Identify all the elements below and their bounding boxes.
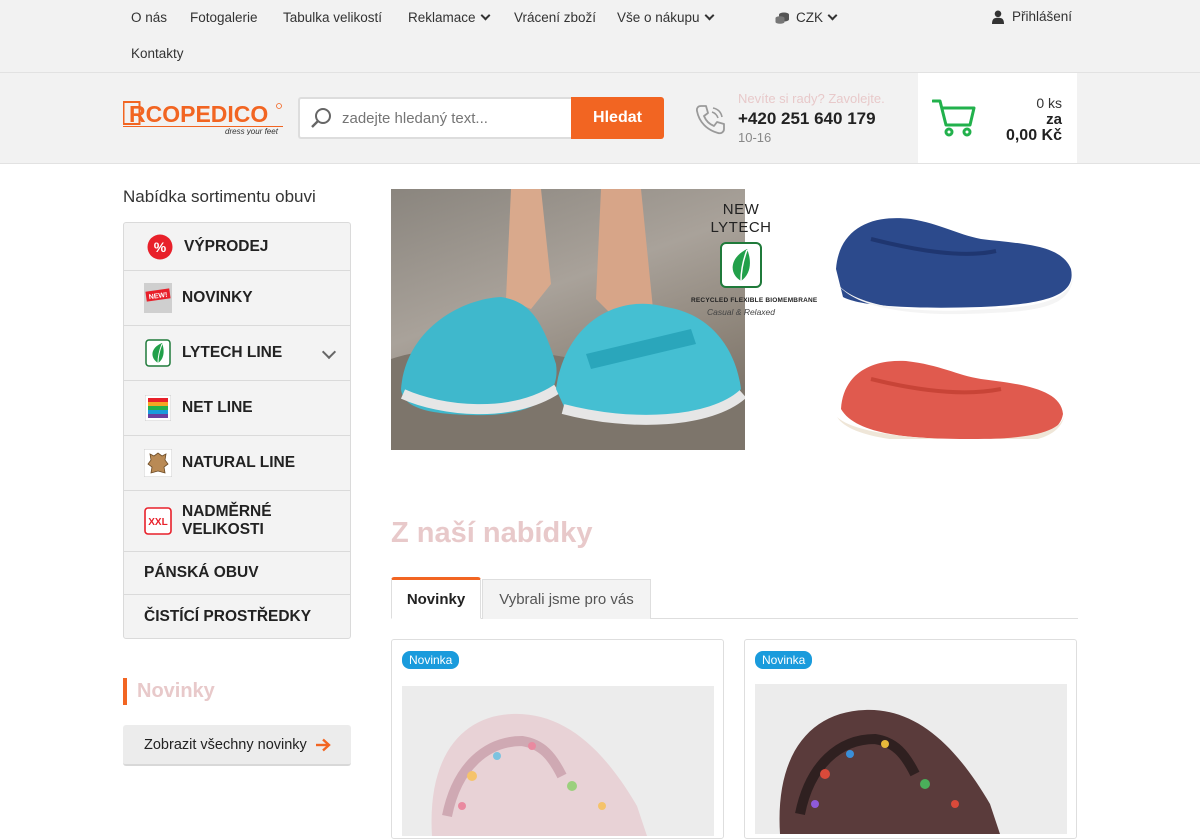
offers-tabs: Novinky Vybrali jsme pro vás [391,577,1078,619]
chevron-down-icon [480,10,490,21]
product-image[interactable] [402,686,714,836]
search-input[interactable] [342,109,562,127]
banner-tagline: Casual & Relaxed [706,307,776,317]
phone-icon [696,105,725,135]
cart-price-prefix: za [1046,111,1062,128]
banner-subtitle: RECYCLED FLEXIBLE BIOMEMBRANE [691,297,818,304]
category-new[interactable]: NEW! NOVINKY [124,271,350,326]
search-box [298,97,571,139]
nav-gallery[interactable]: Fotogalerie [190,10,258,25]
nav-complaints[interactable]: Reklamace [408,10,490,25]
search-icon [311,108,331,128]
contact-info: Nevíte si rady? Zavolejte. +420 251 640 … [738,91,885,145]
percent-icon: % [146,233,174,261]
svg-text:%: % [154,239,167,255]
leaf-icon [144,339,172,367]
leaf-icon [720,242,762,288]
cart-price: 0,00 Kč [1005,127,1062,144]
search-form: Hledat [298,97,664,139]
category-new-label: NOVINKY [182,289,253,306]
svg-text:XXL: XXL [148,517,167,528]
nav-size-chart-label: Tabulka velikostí [283,10,383,25]
user-icon [992,10,1004,24]
login-link[interactable]: Přihlášení [992,9,1072,24]
nav-returns[interactable]: Vrácení zboží [514,10,596,25]
category-net[interactable]: NET LINE [124,381,350,436]
search-button[interactable]: Hledat [571,97,664,139]
cart-summary: 0 ks za 0,00 Kč [1006,95,1062,144]
category-mens-label: PÁNSKÁ OBUV [144,564,259,581]
chevron-down-icon [827,10,838,21]
xxl-icon: XXL [144,507,172,535]
category-oversize-label: NADMĚRNÉ VELIKOSTI [182,503,272,538]
shopping-cart[interactable]: 0 ks za 0,00 Kč [918,73,1077,163]
category-natural-label: NATURAL LINE [182,454,296,471]
tab-recommended[interactable]: Vybrali jsme pro vás [482,579,651,619]
nav-contacts-label: Kontakty [131,46,184,61]
nav-about[interactable]: O nás [131,10,167,25]
nav-about-label: O nás [131,10,168,25]
show-all-news-label: Zobrazit všechny novinky [144,736,307,753]
show-all-news-button[interactable]: Zobrazit všechny novinky [123,725,351,766]
login-label: Přihlášení [1012,9,1073,24]
top-navigation: O nás Fotogalerie Tabulka velikostí Rekl… [118,0,758,72]
new-badge: Novinka [402,651,460,669]
banner-title: NEW LYTECH [710,201,772,236]
nav-complaints-label: Reklamace [408,10,476,25]
coins-icon [775,12,789,24]
category-sale-label: VÝPRODEJ [184,237,269,255]
banner-shoes-illustration [834,218,1073,439]
product-card[interactable]: Novinka [744,639,1077,839]
product-card[interactable]: Novinka [391,639,724,839]
category-list: % VÝPRODEJ NEW! NOVINKY LYTECH LINE NET … [123,222,351,639]
category-lytech-label: LYTECH LINE [182,344,283,361]
nav-returns-label: Vrácení zboží [514,10,597,25]
arcopedico-logo[interactable]: RCOPEDICO dress your feet [122,101,283,136]
nav-contacts[interactable]: Kontakty [131,46,184,61]
offers-title: Z naší nabídky [391,517,593,549]
chevron-down-icon[interactable] [321,344,337,360]
novinky-heading: Novinky [123,678,215,705]
leather-icon [144,449,172,477]
category-oversize[interactable]: XXL NADMĚRNÉ VELIKOSTI [124,491,350,552]
cart-count: 0 ks [1036,95,1062,111]
sidebar-title: Nabídka sortimentu obuvi [123,187,316,206]
nav-shopping-info-label: Vše o nákupu [617,10,700,25]
opening-hours: 10-16 [738,130,772,145]
category-sale[interactable]: % VÝPRODEJ [124,223,350,271]
product-image[interactable] [755,684,1067,834]
arrow-right-icon [316,738,331,752]
phone-number[interactable]: +420 251 640 179 [738,109,885,129]
category-cleaning[interactable]: ČISTÍCÍ PROSTŘEDKY [124,595,350,638]
net-icon [144,394,172,422]
tab-novinky[interactable]: Novinky [391,577,481,619]
new-badge: Novinka [755,651,813,669]
category-mens[interactable]: PÁNSKÁ OBUV [124,552,350,595]
cart-icon [932,99,976,137]
svg-text:RCOPEDICO: RCOPEDICO [129,101,268,127]
new-icon: NEW! [144,283,172,313]
nav-size-chart[interactable]: Tabulka velikostí [283,10,382,25]
category-natural[interactable]: NATURAL LINE [124,436,350,491]
nav-gallery-label: Fotogalerie [190,10,258,25]
promo-banner[interactable]: NEW LYTECH RECYCLED FLEXIBLE BIOMEMBRANE… [391,189,1078,450]
lytech-logo: NEW LYTECH RECYCLED FLEXIBLE BIOMEMBRANE… [691,201,818,317]
top-bar: O nás Fotogalerie Tabulka velikostí Rekl… [0,0,1200,73]
chevron-down-icon [704,10,715,21]
contact-hint: Nevíte si rady? Zavolejte. [738,91,885,106]
logo-graphic: RCOPEDICO dress your feet [122,101,283,136]
currency-label: CZK [796,10,823,25]
nav-shopping-info[interactable]: Vše o nákupu [617,10,715,25]
category-lytech[interactable]: LYTECH LINE [124,326,350,381]
svg-text:dress your feet: dress your feet [225,127,279,135]
category-cleaning-label: ČISTÍCÍ PROSTŘEDKY [144,607,312,625]
category-net-label: NET LINE [182,399,253,416]
site-header: RCOPEDICO dress your feet Hledat Nevíte … [0,73,1200,164]
currency-selector[interactable]: CZK [775,10,838,25]
